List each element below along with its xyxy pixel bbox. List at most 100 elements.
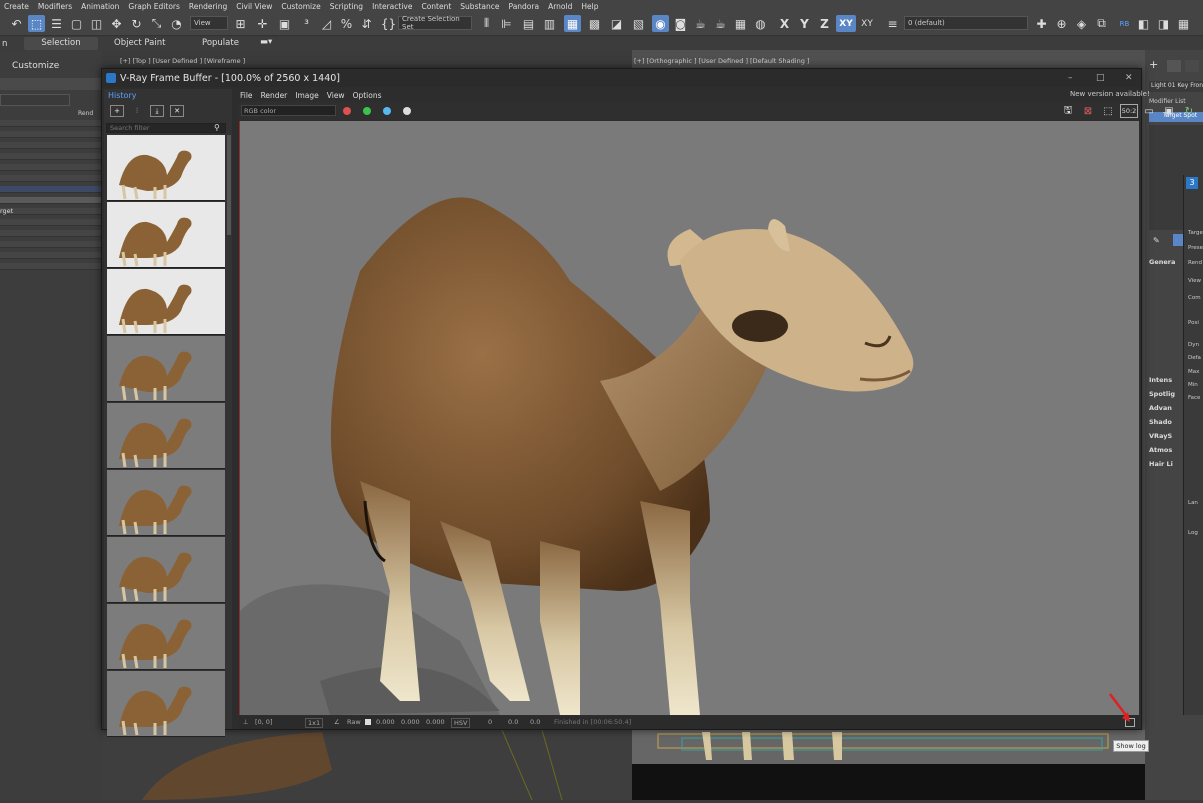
history-search-input[interactable]: Search filter: [106, 123, 226, 133]
customize-menu[interactable]: Customize: [12, 61, 59, 71]
tab-selection[interactable]: Selection: [24, 37, 98, 50]
rollout-6[interactable]: VRayS: [1149, 432, 1185, 440]
close-icon[interactable]: ✕: [1125, 73, 1133, 83]
pin-stack-icon[interactable]: ✎: [1153, 236, 1160, 245]
explorer-row[interactable]: [0, 230, 102, 237]
spinner-snap-icon[interactable]: ⇵: [358, 15, 375, 32]
layers-icon[interactable]: ≡: [884, 15, 901, 32]
save-to-history-icon[interactable]: +: [110, 105, 124, 117]
rollout-7[interactable]: Atmos: [1149, 446, 1185, 454]
menu-create[interactable]: Create: [4, 2, 29, 11]
explorer-row[interactable]: [0, 186, 102, 193]
explorer-row[interactable]: [0, 197, 102, 204]
menu-scripting[interactable]: Scripting: [330, 2, 363, 11]
history-thumbnail[interactable]: [107, 403, 225, 469]
vray-rb-icon[interactable]: RB: [1116, 15, 1133, 32]
rollout-1[interactable]: Genera: [1149, 258, 1185, 266]
axis-xy-cycle-button[interactable]: XY: [858, 15, 876, 32]
explorer-row[interactable]: rget: [0, 207, 102, 215]
zoom-badge[interactable]: 50:2: [1120, 104, 1138, 118]
rollout-5[interactable]: Shado: [1149, 418, 1185, 426]
remove-history-icon[interactable]: ✕: [170, 105, 184, 117]
vfb-menu-view[interactable]: View: [327, 91, 345, 100]
ribbon-options-icon[interactable]: ▬▾: [260, 37, 272, 47]
ribbon-tab-fragment[interactable]: n: [2, 39, 7, 49]
rotate-icon[interactable]: ↻: [128, 15, 145, 32]
schematic-view-icon[interactable]: ▩: [586, 15, 603, 32]
material-editor-icon[interactable]: ◪: [608, 15, 625, 32]
vfb-menu-options[interactable]: Options: [353, 91, 382, 100]
save-image-icon[interactable]: 🖫: [1061, 104, 1075, 118]
teapot-render-icon[interactable]: ☕: [692, 15, 709, 32]
render-setup-icon[interactable]: ▧: [630, 15, 647, 32]
vray-light-icon[interactable]: ◧: [1135, 15, 1152, 32]
explorer-row[interactable]: [0, 164, 102, 171]
menu-civil-view[interactable]: Civil View: [236, 2, 272, 11]
menu-help[interactable]: Help: [581, 2, 598, 11]
select-by-name-icon[interactable]: ☰: [48, 15, 65, 32]
rollout-3[interactable]: Spotlig: [1149, 390, 1185, 398]
explorer-row[interactable]: [0, 175, 102, 182]
menu-substance[interactable]: Substance: [460, 2, 499, 11]
axis-y-button[interactable]: Y: [796, 15, 813, 32]
explorer-row[interactable]: [0, 252, 102, 259]
blue-channel-button[interactable]: [383, 107, 391, 115]
menu-content[interactable]: Content: [421, 2, 451, 11]
create-tab-icon[interactable]: +: [1149, 58, 1158, 71]
hierarchy-tab-icon[interactable]: [1185, 60, 1199, 72]
new-version-link[interactable]: New version available!: [1070, 90, 1150, 98]
minimize-icon[interactable]: –: [1068, 73, 1073, 83]
mono-channel-button[interactable]: [403, 107, 411, 115]
menu-customize[interactable]: Customize: [281, 2, 320, 11]
ribbon-toggle-icon[interactable]: ▥: [541, 15, 558, 32]
modify-tab-icon[interactable]: [1167, 60, 1181, 72]
history-thumbnail[interactable]: [107, 470, 225, 536]
channel-dropdown[interactable]: RGB color: [241, 105, 336, 116]
vray-cam-icon[interactable]: ◨: [1155, 15, 1172, 32]
undo-icon[interactable]: ↶: [8, 15, 25, 32]
tab-object-paint[interactable]: Object Paint: [114, 38, 165, 48]
layer-explorer-icon[interactable]: ▤: [520, 15, 537, 32]
top-viewport-label[interactable]: [+] [Top ] [User Defined ] [Wireframe ]: [120, 57, 245, 65]
explorer-row[interactable]: [0, 120, 102, 127]
vray-frame-buffer-window[interactable]: V-Ray Frame Buffer - [100.0% of 2560 x 1…: [101, 68, 1193, 737]
rollout-2[interactable]: Intens: [1149, 376, 1185, 384]
render-image[interactable]: [239, 121, 1139, 715]
pivot-icon[interactable]: ⊞: [232, 15, 249, 32]
menu-graph-editors[interactable]: Graph Editors: [128, 2, 180, 11]
vray-misc-icon[interactable]: ▦: [1175, 15, 1192, 32]
explorer-row[interactable]: [0, 131, 102, 138]
interactive-render-icon[interactable]: ↻: [1182, 104, 1196, 118]
rollout-4[interactable]: Advan: [1149, 404, 1185, 412]
vfb-titlebar[interactable]: V-Ray Frame Buffer - [100.0% of 2560 x 1…: [102, 69, 1141, 87]
history-thumbnail[interactable]: [107, 604, 225, 670]
layer-stack-icon[interactable]: ⧉: [1093, 15, 1110, 32]
menu-rendering[interactable]: Rendering: [189, 2, 227, 11]
explorer-dropdown[interactable]: [0, 94, 70, 106]
window-crossing-icon[interactable]: ◫: [88, 15, 105, 32]
vfb-menu-file[interactable]: File: [240, 91, 253, 100]
snaps-icon[interactable]: ³: [298, 15, 315, 32]
green-channel-button[interactable]: [363, 107, 371, 115]
render-preset-icon[interactable]: ◍: [752, 15, 769, 32]
render-last-icon[interactable]: ▣: [1162, 104, 1176, 118]
menu-modifiers[interactable]: Modifiers: [38, 2, 72, 11]
tab-populate[interactable]: Populate: [202, 38, 239, 48]
percent-snap-icon[interactable]: %: [338, 15, 355, 32]
render-production-icon[interactable]: ◙: [672, 15, 689, 32]
menu-pandora[interactable]: Pandora: [509, 2, 540, 11]
pixel-probe-icon[interactable]: ⊥: [243, 718, 249, 726]
maximize-icon[interactable]: □: [1096, 73, 1105, 83]
history-thumbnail[interactable]: [107, 537, 225, 603]
history-thumbnail[interactable]: [107, 671, 225, 737]
rendered-frame-window-icon[interactable]: ◉: [652, 15, 669, 32]
vfb-menu-image[interactable]: Image: [295, 91, 319, 100]
load-history-icon[interactable]: ⤓: [150, 105, 164, 117]
object-name-field[interactable]: Light 01 Key Fron: [1149, 81, 1203, 92]
curve-editor-icon[interactable]: ▦: [564, 15, 581, 32]
placement-icon[interactable]: ◔: [168, 15, 185, 32]
select-in-layer-icon[interactable]: ◈: [1073, 15, 1090, 32]
create-layer-icon[interactable]: ✚: [1033, 15, 1050, 32]
explorer-row[interactable]: [0, 153, 102, 160]
axis-x-button[interactable]: X: [776, 15, 793, 32]
